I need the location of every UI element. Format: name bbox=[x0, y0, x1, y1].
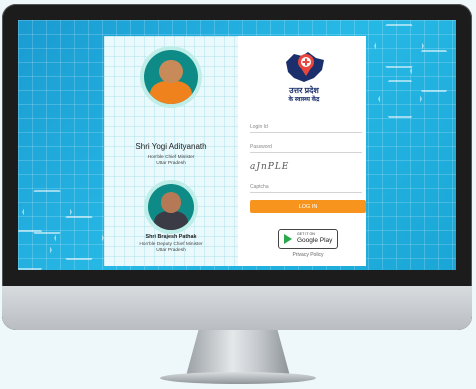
hexagon-decoration bbox=[378, 80, 422, 118]
monitor-stand-base bbox=[160, 372, 316, 384]
avatar-chief-minister bbox=[144, 50, 198, 104]
captcha-input[interactable]: Captcha bbox=[250, 184, 362, 193]
logo-subtitle: के स्वास्थ्य केंद्र bbox=[288, 97, 320, 103]
login-id-input[interactable]: Login Id bbox=[250, 124, 362, 133]
login-button[interactable]: LOG IN bbox=[250, 200, 366, 213]
login-panel: उत्तर प्रदेश के स्वास्थ्य केंद्र Login I… bbox=[238, 36, 366, 266]
google-play-big-text: Google Play bbox=[297, 237, 333, 244]
google-play-badge[interactable]: GET IT ON Google Play bbox=[278, 229, 338, 249]
privacy-policy-link[interactable]: Privacy Policy bbox=[238, 252, 378, 258]
password-input[interactable]: Password bbox=[250, 144, 362, 153]
logo-title: उत्तर प्रदेश bbox=[289, 86, 319, 95]
monitor-stand-neck bbox=[186, 330, 290, 376]
chief-minister-state: Uttar Pradesh bbox=[156, 161, 186, 166]
google-play-small-text: GET IT ON bbox=[297, 232, 315, 236]
hexagon-decoration bbox=[18, 230, 52, 270]
up-map-logo-icon bbox=[286, 52, 324, 82]
chief-minister-name: Shri Yogi Adityanath bbox=[135, 142, 207, 151]
captcha-image: aJnPLE bbox=[250, 162, 290, 172]
monitor-screen: Shri Yogi Adityanath Hon'ble Chief Minis… bbox=[18, 20, 456, 270]
play-store-icon bbox=[284, 234, 292, 244]
leaders-panel: Shri Yogi Adityanath Hon'ble Chief Minis… bbox=[104, 36, 238, 266]
deputy-chief-minister-state: Uttar Pradesh bbox=[156, 248, 186, 253]
avatar-deputy-chief-minister bbox=[148, 184, 194, 230]
deputy-chief-minister-name: Shri Brajesh Pathak bbox=[145, 234, 197, 240]
scene: Shri Yogi Adityanath Hon'ble Chief Minis… bbox=[0, 0, 476, 389]
monitor-chin bbox=[2, 286, 472, 330]
